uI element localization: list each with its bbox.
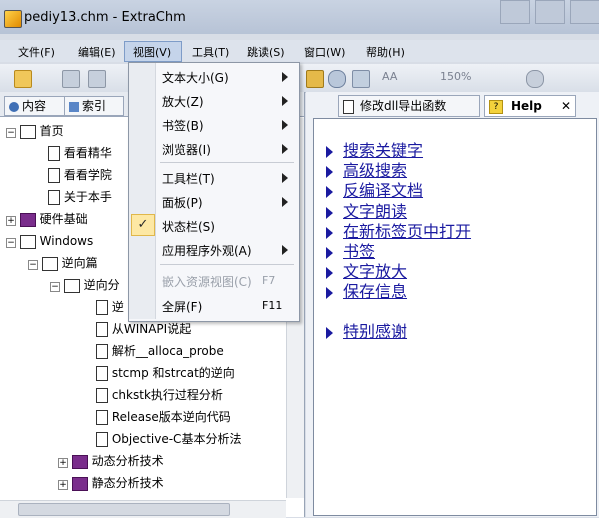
expand-icon[interactable]: + (6, 216, 16, 226)
book-closed-icon (71, 454, 88, 469)
submenu-arrow-icon (282, 197, 288, 207)
submenu-arrow-icon (282, 173, 288, 183)
bullet-arrow-icon (326, 165, 333, 178)
page-icon (96, 300, 108, 315)
menu-shortcut: F7 (262, 274, 276, 287)
index-icon (69, 101, 79, 112)
bullet-arrow-icon (326, 286, 333, 299)
check-icon: ✓ (131, 214, 155, 236)
font-size-icon[interactable]: AA (382, 70, 397, 83)
page-icon (96, 322, 108, 337)
back-icon[interactable] (62, 70, 80, 88)
maximize-button[interactable] (535, 0, 565, 24)
close-tab-icon[interactable]: ✕ (561, 96, 571, 116)
menu-view[interactable]: 视图(V) (133, 44, 171, 60)
page-icon (48, 190, 60, 205)
contents-icon (9, 101, 19, 112)
book-open-icon (19, 124, 36, 139)
tab-contents[interactable]: 内容 (4, 96, 66, 116)
collapse-icon[interactable]: − (28, 260, 38, 270)
menu-item-fullscreen[interactable]: 全屏(F) (162, 298, 202, 315)
open-folder-icon[interactable] (14, 70, 32, 88)
book-open-icon (63, 278, 80, 293)
minimize-button[interactable] (500, 0, 530, 24)
page-icon (96, 410, 108, 425)
help-link[interactable]: 保存信息 (326, 278, 407, 302)
menu-item-panels[interactable]: 面板(P) (162, 194, 203, 211)
find-icon[interactable] (352, 70, 370, 88)
tree-item[interactable]: chkstk执行过程分析 (6, 384, 241, 406)
book-open-icon (19, 234, 36, 249)
search-icon[interactable] (328, 70, 346, 88)
bullet-arrow-icon (326, 206, 333, 219)
tree-item[interactable]: Objective-C基本分析法 (6, 428, 241, 450)
collapse-icon[interactable]: − (50, 282, 60, 292)
page-icon (96, 388, 108, 403)
window-title: pediy13.chm - ExtraChm (24, 10, 186, 25)
expand-icon[interactable]: + (58, 480, 68, 490)
help-icon: ? (489, 99, 503, 114)
bullet-arrow-icon (326, 326, 333, 339)
menu-item-text-size[interactable]: 文本大小(G) (162, 69, 229, 86)
collapse-icon[interactable]: − (6, 128, 16, 138)
submenu-arrow-icon (282, 96, 288, 106)
menu-shortcut: F11 (262, 299, 283, 312)
menu-item-status-bar[interactable]: 状态栏(S) (162, 218, 215, 235)
tab-index[interactable]: 索引 (64, 96, 124, 116)
menu-item-embedded-resource-view: 嵌入资源视图(C) (162, 275, 252, 289)
tree-item[interactable]: Release版本逆向代码 (6, 406, 241, 428)
submenu-arrow-icon (282, 144, 288, 154)
tree-item[interactable]: stcmp 和strcat的逆向 (6, 362, 241, 384)
menu-window[interactable]: 窗口(W) (304, 44, 345, 60)
menu-item-toolbar[interactable]: 工具栏(T) (162, 170, 215, 187)
submenu-arrow-icon (282, 245, 288, 255)
page-icon (343, 99, 354, 114)
bullet-arrow-icon (326, 145, 333, 158)
menu-item-zoom[interactable]: 放大(Z) (162, 93, 204, 110)
menu-help[interactable]: 帮助(H) (366, 44, 405, 60)
tree-item[interactable]: + 静态分析技术 (6, 472, 241, 494)
submenu-arrow-icon (282, 72, 288, 82)
menu-icon-gutter (129, 63, 156, 319)
tree-item[interactable]: + 动态分析技术 (6, 450, 241, 472)
close-button[interactable] (570, 0, 599, 24)
tree-item[interactable]: 解析__alloca_probe (6, 340, 241, 362)
expand-icon[interactable]: + (58, 458, 68, 468)
page-icon (96, 366, 108, 381)
page-icon (48, 146, 60, 161)
menu-separator (160, 264, 294, 265)
menu-item-app-appearance[interactable]: 应用程序外观(A) (162, 242, 252, 259)
horizontal-scroll-thumb[interactable] (18, 503, 230, 516)
menu-skim[interactable]: 跳读(S) (247, 44, 285, 60)
highlight-icon[interactable] (306, 70, 324, 88)
bullet-arrow-icon (326, 226, 333, 239)
book-closed-icon (19, 212, 36, 227)
bullet-arrow-icon (326, 266, 333, 279)
forward-icon[interactable] (88, 70, 106, 88)
settings-gear-icon[interactable] (526, 70, 544, 88)
app-icon (4, 10, 22, 28)
menu-edit[interactable]: 编辑(E) (78, 44, 116, 60)
menu-tools[interactable]: 工具(T) (192, 44, 229, 60)
collapse-icon[interactable]: − (6, 238, 16, 248)
bullet-arrow-icon (326, 185, 333, 198)
tab-document[interactable]: 修改dll导出函数 (338, 95, 480, 117)
help-link[interactable]: 特别感谢 (326, 318, 407, 342)
menu-item-browser[interactable]: 浏览器(I) (162, 141, 211, 158)
book-open-icon (41, 256, 58, 271)
bullet-arrow-icon (326, 246, 333, 259)
zoom-value[interactable]: 150% (440, 70, 471, 83)
tab-help[interactable]: ? Help ✕ (484, 95, 576, 117)
page-icon (48, 168, 60, 183)
page-icon (96, 432, 108, 447)
book-closed-icon (71, 476, 88, 491)
page-icon (96, 344, 108, 359)
submenu-arrow-icon (282, 120, 288, 130)
menu-item-bookmarks[interactable]: 书签(B) (162, 117, 204, 134)
menu-separator (160, 162, 294, 163)
menu-file[interactable]: 文件(F) (18, 44, 55, 60)
